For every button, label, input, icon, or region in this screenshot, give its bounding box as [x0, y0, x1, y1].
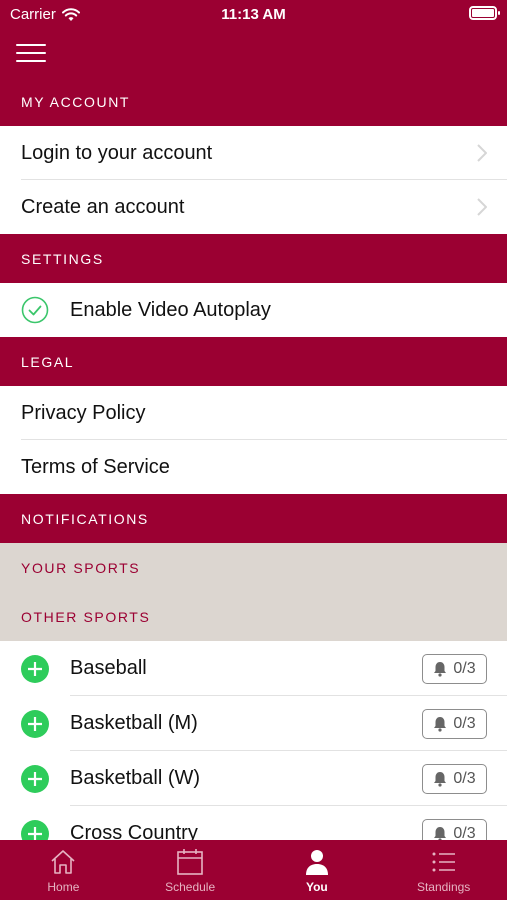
video-autoplay-label: Enable Video Autoplay: [70, 298, 271, 321]
section-header-my-account: MY ACCOUNT: [0, 78, 507, 126]
section-header-settings: SETTINGS: [0, 234, 507, 283]
calendar-icon: [177, 849, 203, 875]
section-header-legal: LEGAL: [0, 337, 507, 386]
video-autoplay-row[interactable]: Enable Video Autoplay: [0, 283, 507, 337]
sport-row[interactable]: Basketball (M) 0/3: [0, 696, 507, 751]
home-icon: [51, 850, 75, 874]
terms-of-service-row[interactable]: Terms of Service: [0, 440, 507, 494]
add-circle-icon[interactable]: [21, 819, 49, 841]
notification-count: 0/3: [453, 659, 476, 677]
privacy-policy-label: Privacy Policy: [21, 401, 146, 424]
notification-count: 0/3: [453, 714, 476, 732]
tab-you[interactable]: You: [254, 840, 381, 900]
status-bar: Carrier 11:13 AM: [0, 0, 507, 30]
login-row[interactable]: Login to your account: [0, 126, 507, 180]
add-circle-icon[interactable]: [21, 654, 49, 683]
notification-count-button[interactable]: 0/3: [422, 818, 487, 841]
tab-standings-label: Standings: [416, 880, 471, 894]
bell-icon: [434, 661, 447, 677]
sport-name: Baseball: [70, 657, 147, 679]
bell-icon: [434, 771, 447, 787]
top-bar: Carrier 11:13 AM: [0, 0, 507, 78]
tab-home-label: Home: [47, 880, 80, 894]
sport-row[interactable]: Basketball (W) 0/3: [0, 751, 507, 806]
sport-name: Cross Country: [70, 822, 198, 840]
notification-count-button[interactable]: 0/3: [422, 653, 487, 684]
bell-icon: [434, 716, 447, 732]
notification-count: 0/3: [453, 769, 476, 787]
notification-count-button[interactable]: 0/3: [422, 708, 487, 739]
tab-standings[interactable]: Standings: [380, 840, 507, 900]
add-circle-icon[interactable]: [21, 764, 49, 793]
tab-home[interactable]: Home: [0, 840, 127, 900]
list-icon: [432, 852, 455, 872]
chevron-right-icon: [477, 198, 487, 216]
bell-icon: [434, 826, 447, 840]
chevron-right-icon: [477, 144, 487, 162]
status-time: 11:13 AM: [221, 6, 286, 23]
check-circle-icon[interactable]: [21, 296, 49, 324]
battery-icon: [469, 6, 500, 20]
login-label: Login to your account: [21, 141, 213, 164]
create-account-label: Create an account: [21, 195, 185, 218]
account-settings-list: MY ACCOUNT Login to your account Create …: [0, 78, 507, 840]
tab-you-label: You: [305, 880, 328, 894]
terms-of-service-label: Terms of Service: [21, 455, 170, 478]
sport-name: Basketball (W): [70, 767, 201, 789]
add-circle-icon[interactable]: [21, 709, 49, 738]
hamburger-menu-icon[interactable]: [16, 44, 46, 62]
notification-count-button[interactable]: 0/3: [422, 763, 487, 794]
sport-name: Basketball (M): [70, 712, 198, 734]
tab-bar: Home Schedule You Standings: [0, 840, 507, 900]
create-account-row[interactable]: Create an account: [0, 180, 507, 234]
privacy-policy-row[interactable]: Privacy Policy: [0, 386, 507, 440]
tab-schedule-label: Schedule: [165, 880, 216, 894]
sport-row[interactable]: Cross Country 0/3: [0, 806, 507, 840]
sport-row[interactable]: Baseball 0/3: [0, 641, 507, 696]
person-icon: [305, 850, 328, 875]
tab-schedule[interactable]: Schedule: [127, 840, 254, 900]
section-header-notifications: NOTIFICATIONS: [0, 494, 507, 543]
notification-count: 0/3: [453, 824, 476, 841]
other-sports-header: OTHER SPORTS: [0, 592, 507, 641]
your-sports-header: YOUR SPORTS: [0, 543, 507, 592]
